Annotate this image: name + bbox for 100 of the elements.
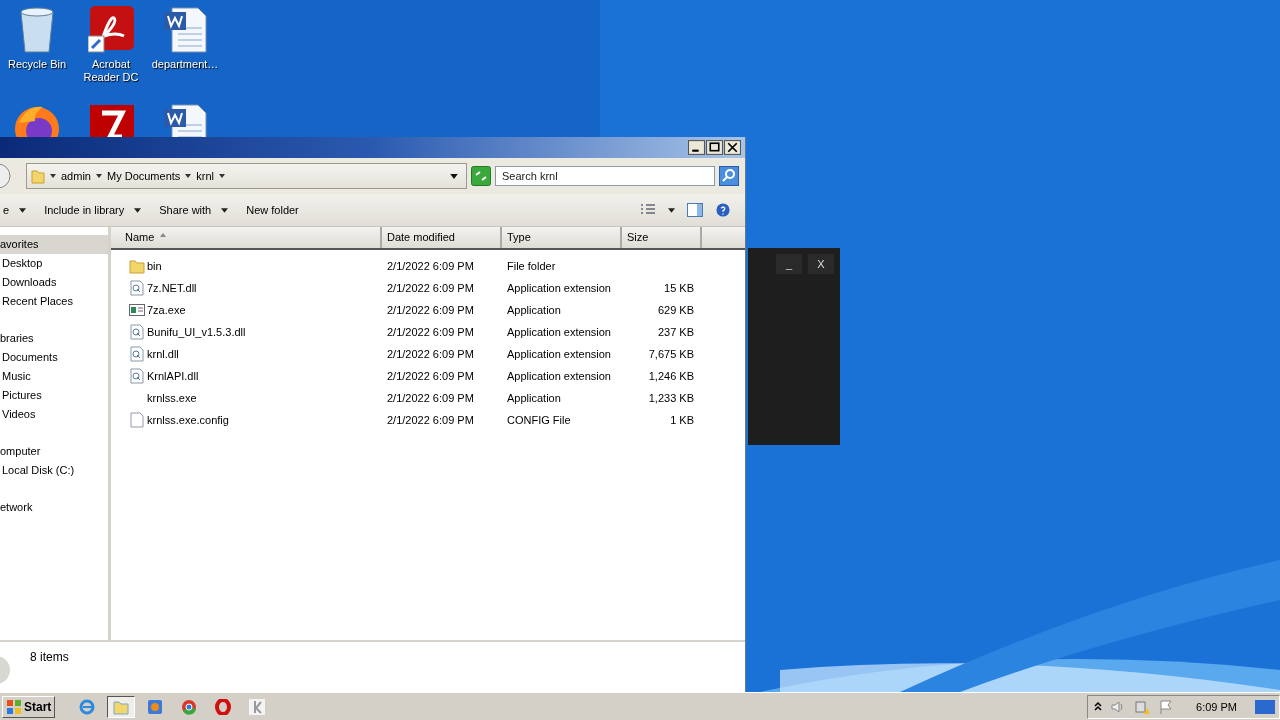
show-desktop-button[interactable]: [1255, 698, 1275, 715]
nav-item[interactable]: Local Disk (C:): [0, 461, 108, 480]
nav-group[interactable]: braries: [0, 329, 108, 348]
clock[interactable]: 6:09 PM: [1196, 700, 1237, 713]
pdf-app-icon[interactable]: [88, 6, 134, 54]
file-icon: [129, 412, 145, 428]
file-name[interactable]: krnlss.exe: [147, 392, 197, 404]
help-icon[interactable]: [715, 203, 731, 217]
file-name[interactable]: krnl.dll: [147, 348, 179, 360]
table-cell: 7,675 KB: [648, 348, 694, 360]
column-header[interactable]: Date modified: [382, 227, 502, 248]
nav-item[interactable]: Pictures: [0, 386, 108, 405]
caret-icon[interactable]: [95, 174, 102, 178]
table-cell: 237 KB: [657, 326, 694, 338]
window-control-button[interactable]: X: [808, 254, 834, 274]
table-cell-text: Application: [506, 304, 562, 316]
table-cell-text: 2/1/2022 6:09 PM: [386, 392, 475, 404]
desktop-icon-label[interactable]: department…: [151, 58, 219, 71]
table-cell-text: Application: [506, 392, 562, 404]
nav-group[interactable]: etwork: [0, 498, 108, 517]
table-cell-text: 2/1/2022 6:09 PM: [386, 414, 475, 426]
table-cell-text: CONFIG File: [506, 414, 572, 426]
preview-pane-icon[interactable]: [687, 203, 703, 217]
minimize-button[interactable]: [688, 140, 705, 155]
file-name[interactable]: 7z.NET.dll: [147, 282, 197, 294]
nav-item[interactable]: Downloads: [0, 273, 108, 292]
close-button[interactable]: [724, 140, 741, 155]
table-cell-text: File folder: [506, 260, 557, 272]
table-cell-text: Application extension: [506, 370, 612, 382]
dll-file-icon: [129, 324, 145, 340]
table-cell: 629 KB: [657, 304, 694, 316]
table-cell-text: Application extension: [506, 348, 612, 360]
caret-icon: [134, 207, 142, 213]
caret-icon[interactable]: [50, 174, 56, 178]
desktop-icon-label[interactable]: Recycle Bin: [7, 58, 67, 71]
desktop-icon-label[interactable]: Acrobat Reader DC: [80, 58, 142, 84]
windows-logo-icon: [6, 698, 22, 715]
opera-icon: [215, 698, 232, 715]
start-button[interactable]: Start: [2, 695, 56, 718]
file-name[interactable]: bin: [147, 260, 162, 272]
caret-icon[interactable]: [668, 207, 675, 213]
nav-group[interactable]: avorites: [0, 235, 108, 254]
column-header[interactable]: Type: [502, 227, 622, 248]
recycle-bin-icon[interactable]: [17, 6, 57, 54]
dll-file-icon: [129, 346, 145, 362]
table-cell: 1,233 KB: [648, 392, 694, 404]
media-player-icon: [147, 698, 164, 715]
nav-item[interactable]: Documents: [0, 348, 108, 367]
address-bar[interactable]: admin My Documents krnl: [26, 163, 467, 189]
file-name[interactable]: KrnlAPI.dll: [147, 370, 199, 382]
file-name[interactable]: Bunifu_UI_v1.5.3.dll: [147, 326, 246, 338]
nav-item[interactable]: Videos: [0, 405, 108, 424]
search-icon[interactable]: [719, 166, 739, 186]
word-document-icon[interactable]: [162, 103, 208, 137]
application-icon: [129, 302, 145, 318]
item-count: 8 items: [30, 650, 69, 664]
caret-icon: [19, 207, 27, 213]
caret-icon[interactable]: [185, 174, 192, 178]
nav-item[interactable]: Music: [0, 367, 108, 386]
table-cell-text: Application extension: [506, 326, 612, 338]
column-header[interactable]: Name: [111, 227, 382, 248]
table-cell-text: 2/1/2022 6:09 PM: [386, 304, 475, 316]
toolbar-button[interactable]: e: [0, 204, 34, 216]
view-list-icon[interactable]: [640, 203, 656, 217]
nav-item[interactable]: Recent Places: [0, 292, 108, 311]
browser-e-icon: [79, 698, 96, 715]
toolbar-button[interactable]: New folder: [239, 204, 306, 216]
search-field[interactable]: Search krnl: [495, 166, 715, 186]
maximize-button[interactable]: [706, 140, 723, 155]
show-hidden-icons-icon[interactable]: [1094, 701, 1103, 712]
table-cell: 15 KB: [664, 282, 694, 294]
table-cell-text: 2/1/2022 6:09 PM: [386, 348, 475, 360]
breadcrumb[interactable]: My Documents: [106, 170, 181, 182]
refresh-button[interactable]: [471, 166, 491, 186]
dropdown-caret-icon[interactable]: [450, 173, 458, 179]
back-button[interactable]: [0, 163, 12, 189]
table-cell: 1,246 KB: [648, 370, 694, 382]
column-header[interactable]: Size: [622, 227, 702, 248]
filezilla-icon[interactable]: [88, 103, 134, 137]
k-letter-icon: [249, 698, 266, 715]
breadcrumb[interactable]: krnl: [196, 170, 215, 182]
toolbar-button[interactable]: Share with: [152, 204, 236, 216]
table-cell: 1 KB: [670, 414, 694, 426]
file-name[interactable]: 7za.exe: [147, 304, 186, 316]
sort-arrow-icon: [160, 233, 167, 237]
dll-file-icon: [129, 280, 145, 296]
nav-item[interactable]: Desktop: [0, 254, 108, 273]
window-control-button[interactable]: _: [776, 254, 802, 274]
word-document-icon[interactable]: [162, 6, 208, 54]
table-cell-text: 2/1/2022 6:09 PM: [386, 282, 475, 294]
breadcrumb[interactable]: admin: [61, 170, 91, 182]
file-name[interactable]: krnlss.exe.config: [147, 414, 229, 426]
nav-group[interactable]: omputer: [0, 442, 108, 461]
taskbar-app-button[interactable]: [107, 695, 136, 718]
dll-file-icon: [129, 368, 145, 384]
chrome-icon: [181, 698, 198, 715]
caret-icon[interactable]: [219, 174, 226, 178]
toolbar-button[interactable]: Include in library: [37, 204, 149, 216]
caret-icon: [221, 207, 229, 213]
table-cell-text: Application extension: [506, 282, 612, 294]
